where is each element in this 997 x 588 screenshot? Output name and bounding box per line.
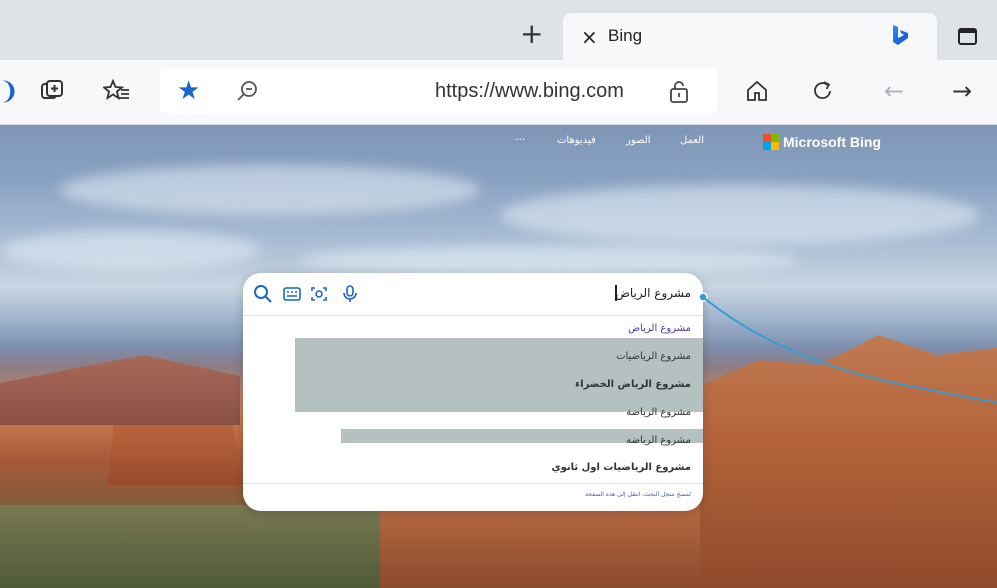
tab-bing[interactable]: × Bing xyxy=(563,13,937,60)
suggestion-item[interactable]: مشروع الرياضه xyxy=(626,435,691,446)
rock-formation xyxy=(0,355,240,425)
logo-text: Microsoft Bing xyxy=(783,134,881,150)
favorites-list-icon[interactable] xyxy=(100,74,134,108)
address-bar[interactable]: ★ https://www.bing.com xyxy=(160,68,717,114)
back-icon[interactable]: ← xyxy=(877,74,911,108)
close-tab-icon[interactable]: × xyxy=(581,25,598,49)
microphone-icon[interactable] xyxy=(340,284,360,304)
nav-videos-link[interactable]: فيديوهات xyxy=(557,135,596,146)
nav-images-link[interactable]: الصور xyxy=(626,135,651,146)
search-icon[interactable] xyxy=(253,284,273,304)
url-text[interactable]: https://www.bing.com xyxy=(435,80,624,103)
suggestion-item[interactable]: مشروع الرياضة xyxy=(626,407,691,418)
highlight-overlay xyxy=(295,338,703,412)
background-cloud xyxy=(500,185,980,245)
search-input[interactable]: مشروع الرياض xyxy=(615,286,691,300)
suggestion-item[interactable]: مشروع الرياضيات اول ثانوي xyxy=(551,462,691,473)
partial-icon[interactable]: ❩ xyxy=(0,74,26,108)
favorite-star-icon[interactable]: ★ xyxy=(177,76,200,106)
suggestion-item[interactable]: مشروع الرياضيات xyxy=(616,351,691,362)
tab-title: Bing xyxy=(608,26,643,45)
rock-formation xyxy=(700,335,997,588)
nav-more-link[interactable]: ··· xyxy=(515,133,526,146)
divider xyxy=(243,483,703,484)
refresh-icon[interactable] xyxy=(806,74,840,108)
new-tab-button[interactable]: + xyxy=(520,20,543,48)
lock-icon[interactable] xyxy=(668,79,690,105)
search-bar[interactable]: مشروع الرياض xyxy=(243,273,703,316)
bing-homepage: العمل الصور فيديوهات ··· Microsoft Bing … xyxy=(0,125,997,588)
rock-formation xyxy=(380,505,700,588)
microsoft-bing-logo[interactable]: Microsoft Bing xyxy=(763,134,881,150)
nav-work-link[interactable]: العمل xyxy=(680,135,704,146)
background-cloud xyxy=(300,245,800,275)
collections-icon[interactable] xyxy=(35,74,69,108)
tab-strip: + × Bing xyxy=(0,0,997,60)
background-cloud xyxy=(60,165,480,215)
suggestion-item[interactable]: مشروع الرياض xyxy=(628,323,691,334)
forward-icon[interactable]: → xyxy=(945,74,979,108)
microsoft-logo-icon xyxy=(763,134,779,150)
search-box-dropdown: مشروع الرياض مشروع الرياض مشروع الرياضيا… xyxy=(243,273,703,511)
browser-toolbar: ❩ ★ https://www.bing.com ← → xyxy=(0,60,997,125)
workspace-icon[interactable] xyxy=(958,28,977,45)
zoom-icon[interactable] xyxy=(235,78,261,104)
visual-search-icon[interactable] xyxy=(309,284,329,304)
keyboard-icon[interactable] xyxy=(282,284,302,304)
clear-history-link[interactable]: لمسح سجل البحث، انتقل إلى هذه الصفحة xyxy=(585,491,691,498)
background-cloud xyxy=(0,230,260,270)
scrubland xyxy=(0,505,380,588)
home-icon[interactable] xyxy=(740,74,774,108)
bing-copilot-icon[interactable] xyxy=(889,23,911,47)
suggestion-item[interactable]: مشروع الرياض الخضراء xyxy=(575,379,691,390)
